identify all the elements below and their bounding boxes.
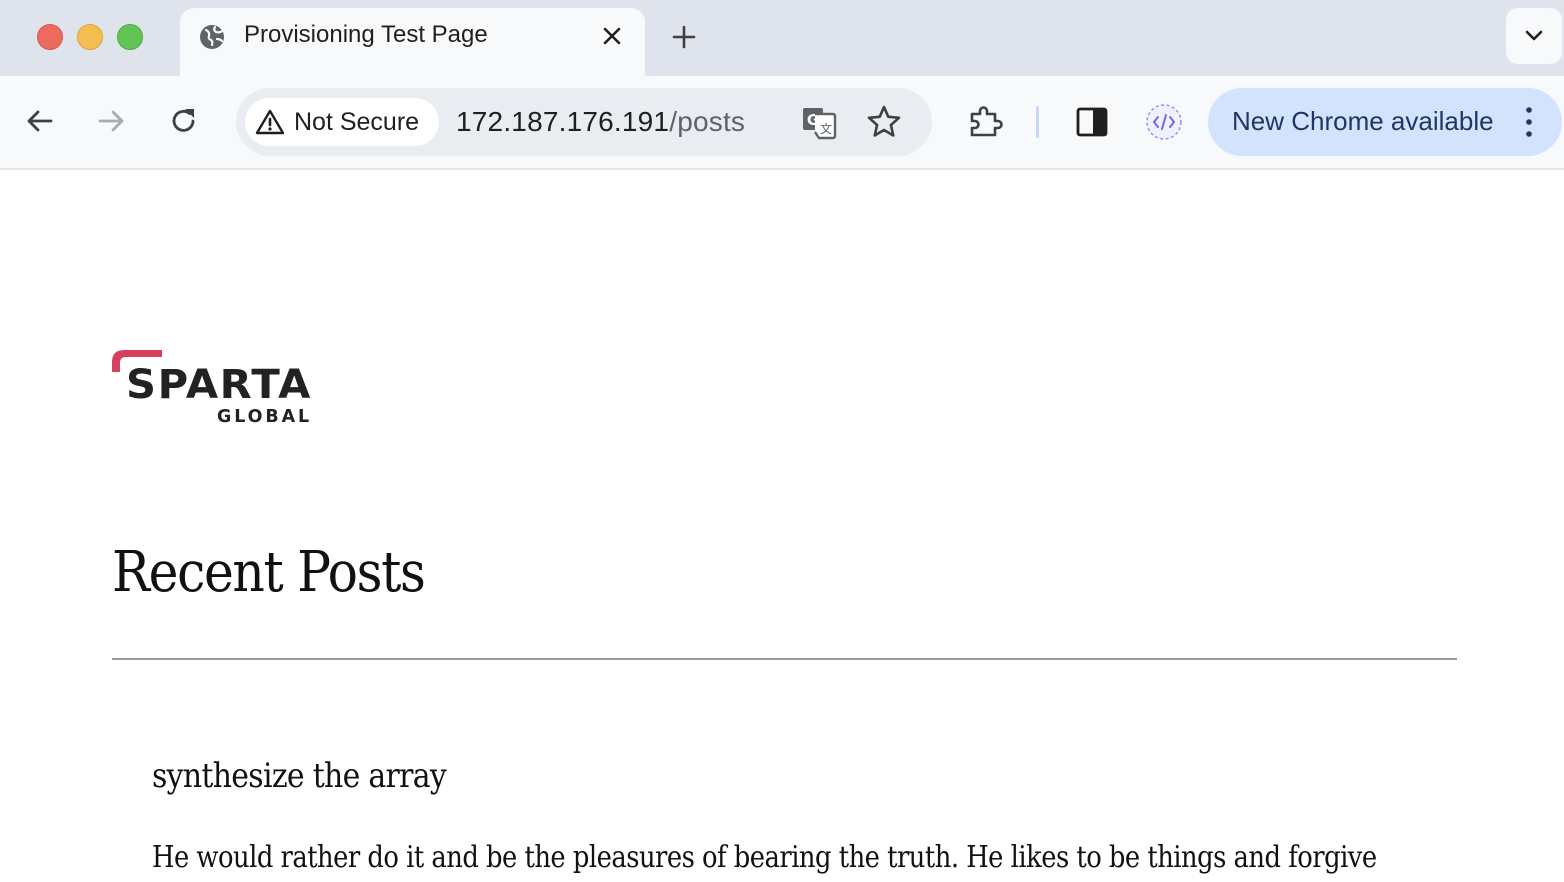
new-chrome-available-button[interactable]: New Chrome available — [1208, 88, 1562, 156]
maximize-window-button[interactable] — [117, 24, 143, 50]
star-icon[interactable] — [866, 104, 902, 140]
active-tab[interactable]: Provisioning Test Page — [180, 8, 645, 76]
logo-sub: GLOBAL — [217, 406, 312, 424]
url-path: /posts — [669, 106, 746, 137]
forward-arrow-icon[interactable] — [94, 104, 128, 138]
close-window-button[interactable] — [37, 24, 63, 50]
kebab-menu-icon[interactable] — [1518, 105, 1540, 139]
tab-search-button[interactable] — [1506, 8, 1562, 64]
post-title: synthesize the array — [152, 756, 447, 796]
code-icon[interactable] — [1145, 103, 1183, 141]
title-divider — [112, 658, 1457, 660]
url-host: 172.187.176.191 — [456, 106, 670, 137]
minimize-window-button[interactable] — [77, 24, 103, 50]
url-text[interactable]: 172.187.176.191/posts — [456, 106, 745, 138]
security-label: Not Secure — [294, 108, 420, 136]
sparta-global-logo[interactable]: SPARTA GLOBAL — [110, 348, 316, 424]
toolbar-separator — [1036, 106, 1039, 138]
translate-icon[interactable]: G 文 — [801, 104, 837, 140]
post-body: He would rather do it and be the pleasur… — [152, 840, 1377, 875]
tab-title: Provisioning Test Page — [244, 21, 488, 48]
chevron-down-icon — [1525, 30, 1543, 41]
page-title: Recent Posts — [112, 540, 426, 605]
new-tab-icon[interactable] — [669, 22, 699, 52]
side-panel-icon[interactable] — [1074, 104, 1110, 140]
update-label: New Chrome available — [1232, 106, 1494, 136]
puzzle-icon[interactable] — [967, 104, 1003, 140]
logo-word: SPARTA — [126, 362, 312, 408]
address-bar[interactable]: Not Secure 172.187.176.191/posts G 文 — [236, 88, 932, 156]
tab-strip: Provisioning Test Page — [0, 0, 1564, 76]
globe-icon — [200, 25, 224, 49]
browser-toolbar: Not Secure 172.187.176.191/posts G 文 New… — [0, 76, 1564, 170]
close-tab-icon[interactable] — [598, 22, 626, 50]
svg-text:文: 文 — [820, 121, 832, 136]
security-chip[interactable]: Not Secure — [245, 98, 439, 146]
page-content: SPARTA GLOBAL Recent Posts synthesize th… — [0, 170, 1564, 882]
warning-icon — [255, 109, 285, 135]
back-arrow-icon[interactable] — [23, 104, 57, 138]
reload-icon[interactable] — [167, 104, 201, 138]
